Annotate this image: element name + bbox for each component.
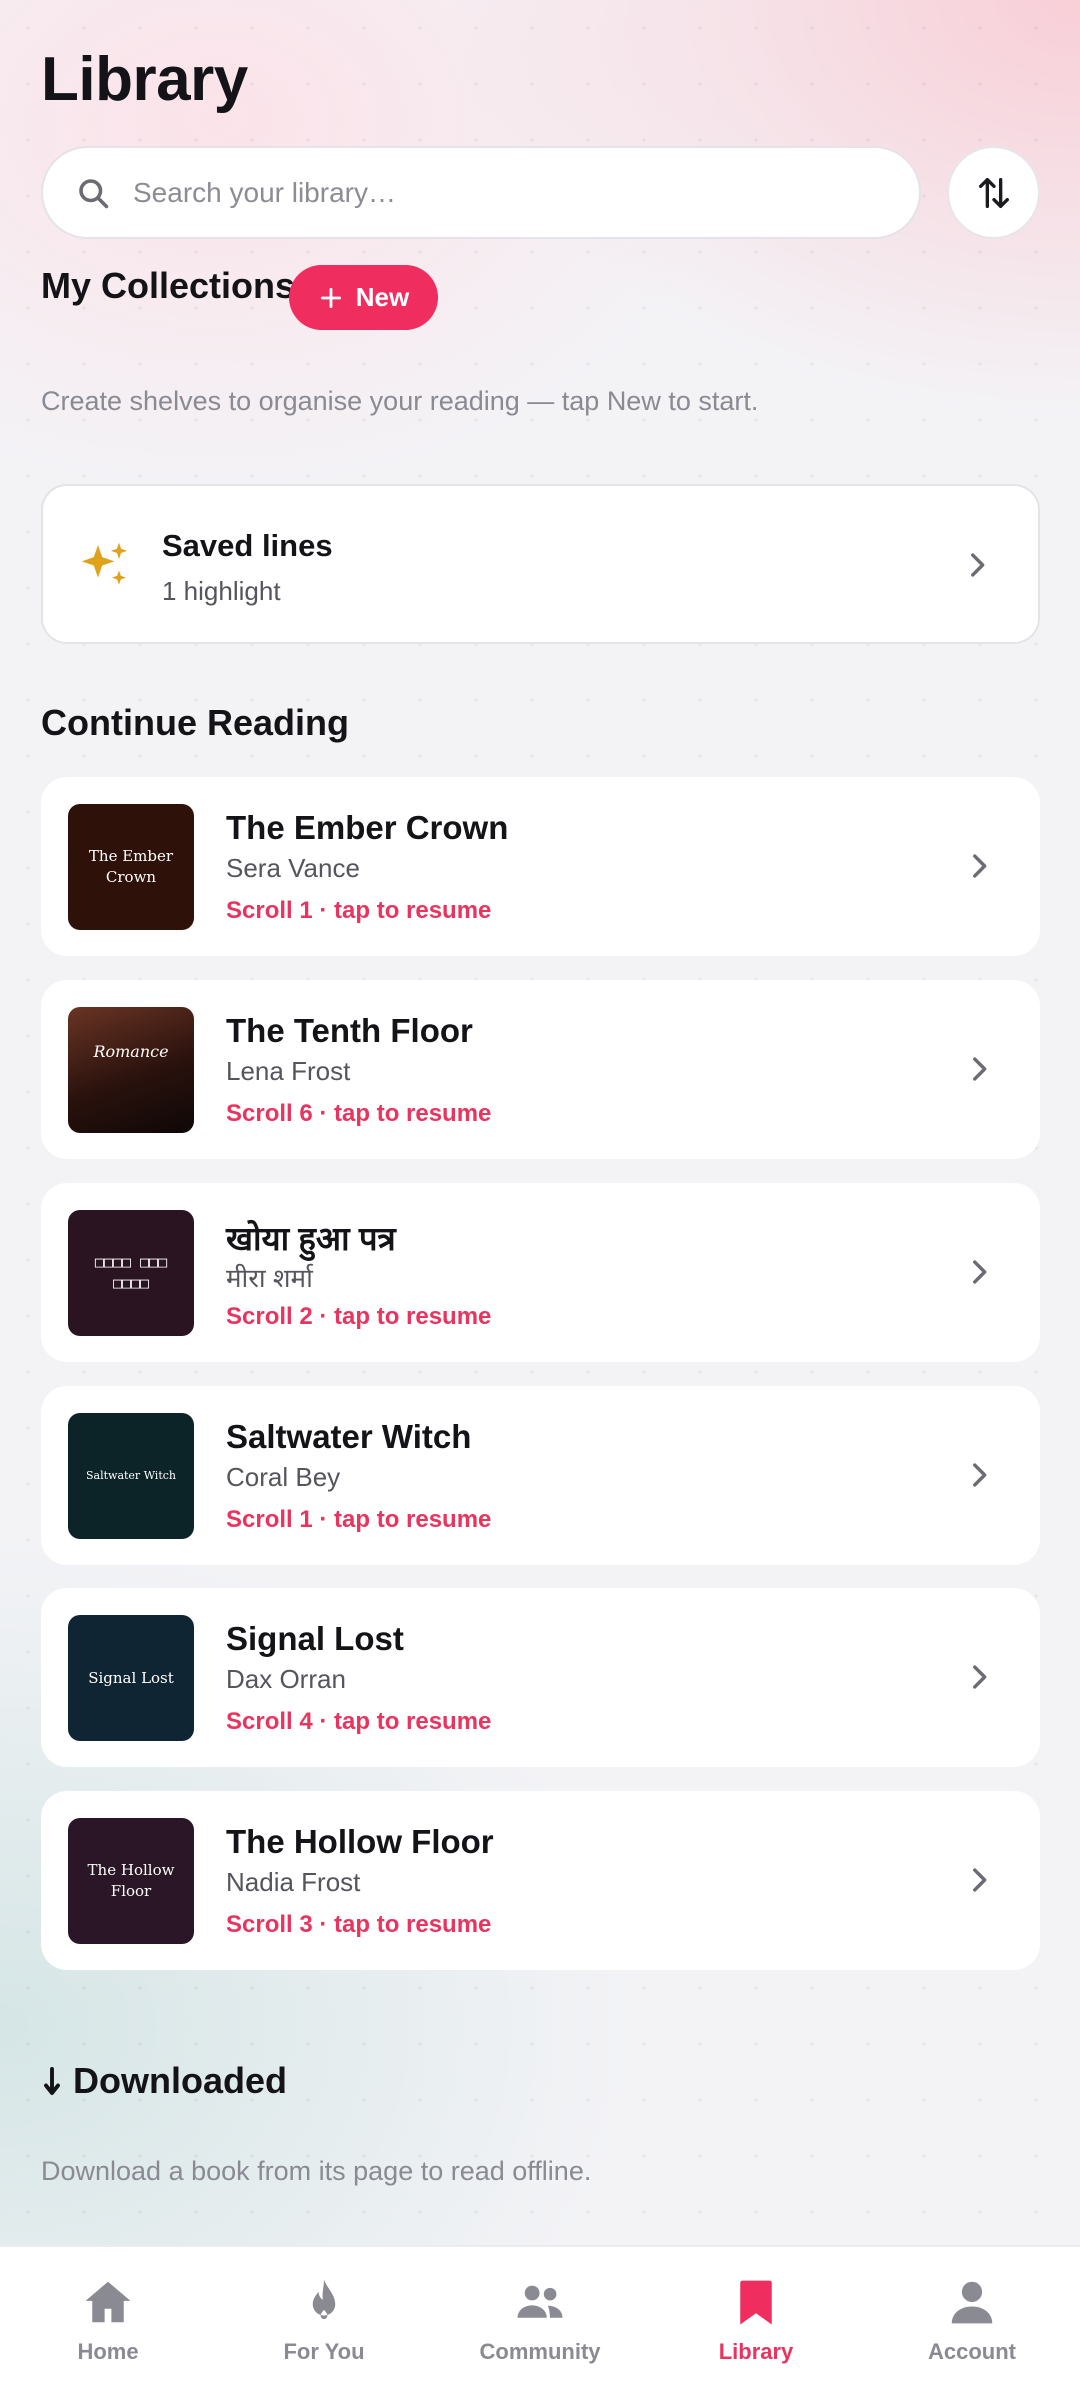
book-author: Dax Orran <box>226 1664 346 1694</box>
nav-account[interactable]: Account <box>864 2247 1080 2384</box>
book-author: Nadia Frost <box>226 1867 361 1897</box>
cover-title: The Ember Crown <box>88 847 174 886</box>
collections-heading: My Collections <box>41 265 296 306</box>
collections-empty-hint: Create shelves to organise your reading … <box>41 386 759 416</box>
book-cover: Signal Lost <box>68 1615 194 1741</box>
book-author: Coral Bey <box>226 1462 341 1492</box>
book-progress: Scroll 1 · tap to resume <box>226 897 492 924</box>
book-card[interactable]: □□□□ □□□ □□□□ खोया हुआ पत्र मीरा शर्मा S… <box>41 1183 1040 1362</box>
saved-lines-title: Saved lines <box>162 528 333 563</box>
saved-lines-count: 1 highlight <box>162 576 281 606</box>
person-icon <box>951 2281 993 2324</box>
chevron-right-icon <box>973 1868 987 1892</box>
book-progress: Scroll 1 · tap to resume <box>226 1506 492 1533</box>
chevron-right-icon <box>973 854 987 878</box>
search-input[interactable] <box>133 176 873 209</box>
nav-for-you[interactable]: For You <box>216 2247 432 2384</box>
book-card[interactable]: Saltwater Witch Saltwater Witch Coral Be… <box>41 1386 1040 1565</box>
new-collection-button[interactable]: New <box>289 265 438 330</box>
book-title: The Tenth Floor <box>226 1012 473 1049</box>
book-progress: Scroll 3 · tap to resume <box>226 1911 492 1938</box>
cover-title: Romance <box>93 1042 169 1061</box>
book-title: Signal Lost <box>226 1620 404 1657</box>
book-progress: Scroll 2 · tap to resume <box>226 1303 492 1330</box>
chevron-right-icon <box>973 1057 987 1081</box>
cover-title: Saltwater Witch <box>86 1469 176 1483</box>
book-cover: Romance <box>68 1007 194 1133</box>
cover-title: Signal Lost <box>88 1668 174 1687</box>
cover-title: The Hollow Floor <box>87 1861 175 1900</box>
nav-community[interactable]: Community <box>432 2247 648 2384</box>
search-icon <box>79 178 109 208</box>
sort-button[interactable] <box>947 146 1040 239</box>
page-title: Library <box>41 45 248 114</box>
search-bar[interactable] <box>41 146 921 239</box>
book-title: Saltwater Witch <box>226 1418 472 1455</box>
home-icon <box>85 2281 131 2323</box>
book-title: The Ember Crown <box>226 809 509 846</box>
chevron-right-icon <box>973 1665 987 1689</box>
book-cover: □□□□ □□□ □□□□ <box>68 1210 194 1336</box>
sparkles-icon <box>81 542 128 585</box>
flame-icon <box>312 2279 336 2320</box>
nav-label: Library <box>718 2339 794 2364</box>
book-author: Sera Vance <box>226 853 360 883</box>
book-author: Lena Frost <box>226 1056 351 1086</box>
book-card[interactable]: Romance The Tenth Floor Lena Frost Scrol… <box>41 980 1040 1159</box>
nav-label: Community <box>479 2339 601 2364</box>
chevron-right-icon <box>973 1463 987 1487</box>
book-title: खोया हुआ पत्र <box>226 1220 396 1257</box>
nav-label: For You <box>283 2339 365 2364</box>
book-title: The Hollow Floor <box>226 1823 494 1860</box>
plus-icon <box>320 287 341 308</box>
book-cover: The Hollow Floor <box>68 1818 194 1944</box>
book-card[interactable]: The Hollow Floor The Hollow Floor Nadia … <box>41 1791 1040 1970</box>
book-cover: The Ember Crown <box>68 804 194 930</box>
book-card[interactable]: Signal Lost Signal Lost Dax Orran Scroll… <box>41 1588 1040 1767</box>
book-progress: Scroll 4 · tap to resume <box>226 1708 492 1735</box>
book-progress: Scroll 6 · tap to resume <box>226 1100 492 1127</box>
new-button-label: New <box>355 282 410 312</box>
nav-home[interactable]: Home <box>0 2247 216 2384</box>
downloaded-heading: Downloaded <box>41 2060 287 2102</box>
downloaded-empty-hint: Download a book from its page to read of… <box>41 2156 592 2186</box>
arrow-down-icon <box>44 2067 60 2095</box>
continue-reading-heading: Continue Reading <box>41 702 349 743</box>
nav-label: Account <box>928 2339 1016 2364</box>
cover-title: □□□□ □□□ □□□□ <box>94 1253 168 1292</box>
chevron-right-icon <box>971 553 985 577</box>
library-screen: Library My Collections New Create shelve… <box>0 0 1080 2384</box>
book-author: मीरा शर्मा <box>226 1263 313 1293</box>
book-cover: Saltwater Witch <box>68 1413 194 1539</box>
nav-label: Home <box>77 2339 139 2364</box>
saved-lines-card[interactable]: Saved lines 1 highlight <box>41 484 1040 644</box>
sort-icon <box>978 177 1009 208</box>
bottom-nav: Home For You Community Library Account <box>0 2245 1080 2384</box>
nav-library[interactable]: Library <box>648 2247 864 2384</box>
bookmark-icon <box>740 2280 772 2325</box>
downloaded-title: Downloaded <box>73 2060 287 2101</box>
people-icon <box>517 2285 563 2318</box>
chevron-right-icon <box>973 1260 987 1284</box>
book-card[interactable]: The Ember Crown The Ember Crown Sera Van… <box>41 777 1040 956</box>
